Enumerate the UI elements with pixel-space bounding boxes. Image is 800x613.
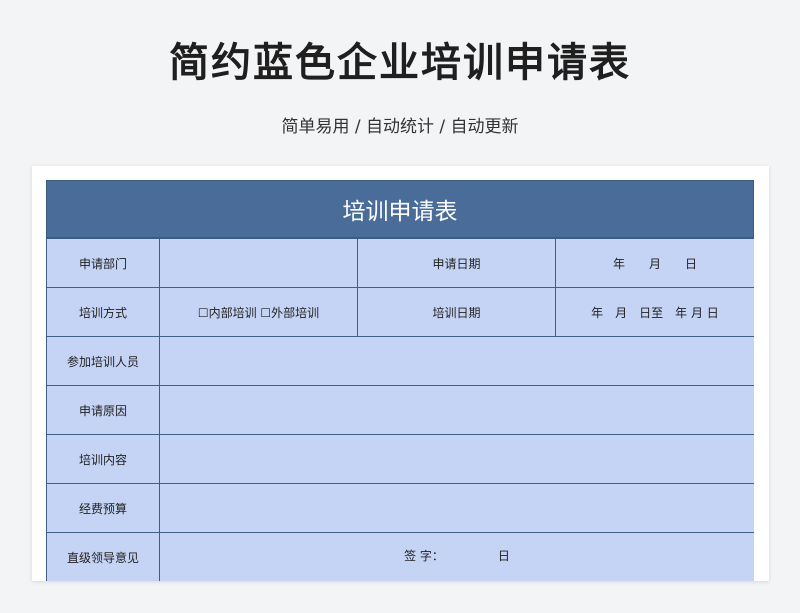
page-subtitle: 简单易用 / 自动统计 / 自动更新 — [281, 117, 519, 137]
budget-input-cell[interactable] — [159, 483, 754, 533]
table-row: 直级领导意见 签 字： 日 — [46, 532, 754, 581]
table-row: 经费预算 — [46, 483, 754, 533]
content-label: 培训内容 — [46, 434, 160, 484]
train-date-label: 培训日期 — [357, 287, 556, 337]
table-row: 申请原因 — [46, 385, 754, 435]
table-row: 参加培训人员 — [46, 336, 754, 386]
table-row: 培训内容 — [46, 434, 754, 484]
reason-label: 申请原因 — [46, 385, 160, 435]
participants-input-cell[interactable] — [159, 336, 754, 386]
page-title: 简约蓝色企业培训申请表 — [169, 40, 631, 86]
content-input-cell[interactable] — [159, 434, 754, 484]
apply-date-label: 申请日期 — [357, 238, 556, 288]
supervisor-opinion-cell[interactable]: 签 字： 日 — [159, 532, 754, 581]
table-row: 培训方式 ☐内部培训 ☐外部培训 培训日期 年 月 日至 年 月 日 — [46, 287, 754, 337]
method-options-cell[interactable]: ☐内部培训 ☐外部培训 — [159, 287, 358, 337]
method-label: 培训方式 — [46, 287, 160, 337]
form-title: 培训申请表 — [46, 180, 754, 238]
dept-label: 申请部门 — [46, 238, 160, 288]
form-card: 培训申请表 申请部门 申请日期 年 月 日 培训方式 ☐内部培训 ☐外部培训 培… — [32, 166, 769, 581]
form-sheet: 培训申请表 申请部门 申请日期 年 月 日 培训方式 ☐内部培训 ☐外部培训 培… — [46, 180, 754, 581]
table-row: 申请部门 申请日期 年 月 日 — [46, 238, 754, 288]
budget-label: 经费预算 — [46, 483, 160, 533]
apply-date-cell[interactable]: 年 月 日 — [555, 238, 754, 288]
dept-input-cell[interactable] — [159, 238, 358, 288]
supervisor-label: 直级领导意见 — [46, 532, 160, 581]
reason-input-cell[interactable] — [159, 385, 754, 435]
form-table: 申请部门 申请日期 年 月 日 培训方式 ☐内部培训 ☐外部培训 培训日期 年 … — [46, 238, 754, 581]
train-date-cell[interactable]: 年 月 日至 年 月 日 — [555, 287, 754, 337]
signature-line: 签 字： 日 — [404, 549, 510, 563]
participants-label: 参加培训人员 — [46, 336, 160, 386]
